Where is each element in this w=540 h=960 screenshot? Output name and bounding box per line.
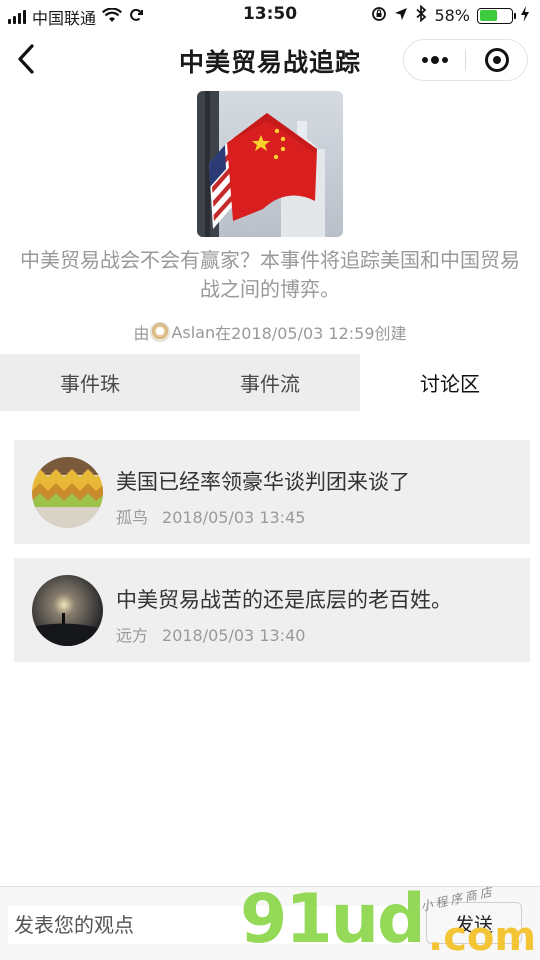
creator-suffix: 在2018/05/03 12:59创建	[215, 324, 407, 343]
comment-text: 美国已经率领豪华谈判团来谈了	[116, 470, 410, 494]
creator-name[interactable]: Aslan	[171, 323, 215, 342]
comment-text: 中美贸易战苦的还是底层的老百姓。	[116, 588, 452, 612]
tab-bar: 事件珠 事件流 讨论区	[0, 354, 540, 411]
creator-line: 由 Aslan 在2018/05/03 12:59创建	[0, 320, 540, 344]
mini-program-capsule	[403, 39, 528, 81]
comment-card[interactable]: 美国已经率领豪华谈判团来谈了 孤鸟 2018/05/03 13:45	[14, 440, 530, 544]
location-icon	[394, 6, 408, 25]
tab-event-stream[interactable]: 事件流	[180, 354, 360, 411]
battery-level-fill	[479, 10, 498, 21]
navigation-bar: 中美贸易战追踪	[0, 30, 540, 88]
tab-event-beads[interactable]: 事件珠	[0, 354, 180, 411]
comment-meta: 孤鸟 2018/05/03 13:45	[116, 504, 305, 528]
comment-author: 远方	[116, 626, 149, 645]
commenter-avatar	[32, 457, 103, 528]
comment-input[interactable]	[8, 906, 412, 944]
comment-meta: 远方 2018/05/03 13:40	[116, 622, 305, 646]
status-bar: 中国联通 13:50 58%	[0, 0, 540, 30]
more-button[interactable]	[404, 40, 465, 80]
more-dots-icon	[421, 56, 448, 64]
bluetooth-icon	[415, 4, 427, 26]
commenter-avatar	[32, 575, 103, 646]
creator-avatar	[150, 322, 171, 342]
comment-input-bar: 发送	[0, 886, 540, 960]
event-description: 中美贸易战会不会有赢家？本事件将追踪美国和中国贸易战之间的博弈。	[20, 248, 520, 301]
creator-prefix: 由	[133, 324, 150, 343]
orientation-lock-icon	[371, 6, 387, 26]
charging-icon	[520, 5, 530, 26]
battery-percent: 58%	[434, 6, 470, 25]
target-circle-icon	[484, 48, 509, 72]
event-cover-image	[197, 91, 343, 237]
comment-card[interactable]: 中美贸易战苦的还是底层的老百姓。 远方 2018/05/03 13:40	[14, 558, 530, 662]
comment-time: 2018/05/03 13:45	[162, 508, 306, 527]
tab-discussion[interactable]: 讨论区	[360, 354, 540, 411]
comment-time: 2018/05/03 13:40	[162, 626, 306, 645]
send-button[interactable]: 发送	[426, 902, 522, 944]
battery-icon	[477, 7, 516, 24]
close-mini-program-button[interactable]	[466, 40, 527, 80]
status-right: 58%	[371, 4, 530, 26]
comment-author: 孤鸟	[116, 508, 149, 527]
